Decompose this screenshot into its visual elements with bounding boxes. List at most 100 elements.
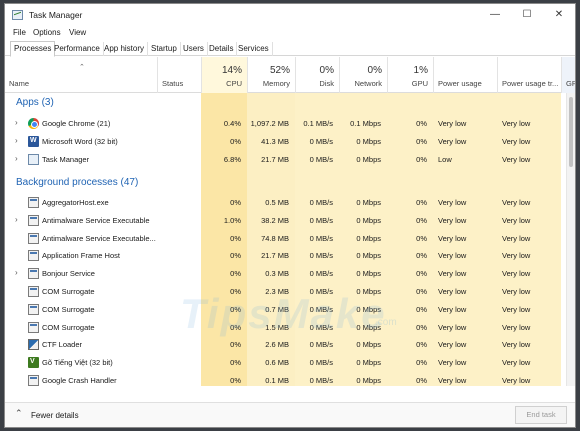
process-row[interactable]: Application Frame Host 0% 21.7 MB 0 MB/s 0 M… xyxy=(5,247,575,265)
column-network[interactable]: 0% Network xyxy=(339,57,387,93)
column-status[interactable]: Status xyxy=(157,57,201,93)
process-row[interactable]: Gõ Tiếng Việt (32 bit) 0% 0.6 MB 0 MB/s 0 Mb… xyxy=(5,354,575,372)
process-disk: 0 MB/s xyxy=(309,215,333,225)
process-row[interactable]: › Antimalware Service Executable 1.0% 38.2 … xyxy=(5,212,575,230)
process-cpu: 0% xyxy=(230,233,241,243)
column-memory[interactable]: 52% Memory xyxy=(247,57,295,93)
process-row[interactable]: Antimalware Service Executable... 0% 74.8 … xyxy=(5,230,575,248)
process-row[interactable]: COM Surrogate 0% 2.3 MB 0 MB/s 0 Mbps 0% Very … xyxy=(5,283,575,301)
process-mem: 21.7 MB xyxy=(261,251,289,261)
end-task-button[interactable]: End task xyxy=(515,406,567,424)
process-gpu: 0% xyxy=(416,287,427,296)
column-name[interactable]: Name xyxy=(5,57,157,93)
column-gpu-engine[interactable]: GP xyxy=(561,57,575,93)
vertical-scrollbar[interactable] xyxy=(566,93,575,386)
tab-performance[interactable]: Performance xyxy=(51,42,104,56)
scrollbar-thumb[interactable] xyxy=(569,97,573,167)
process-mem: 21.7 MB xyxy=(261,154,289,164)
expand-chevron-icon[interactable]: › xyxy=(15,136,18,145)
expand-chevron-icon[interactable]: › xyxy=(15,118,18,127)
tab-bar: Processes Performance App history Startu… xyxy=(5,41,575,57)
minimize-button[interactable]: — xyxy=(479,4,511,26)
process-power-trend: Very low xyxy=(502,269,531,279)
process-cpu: 0.4% xyxy=(223,119,241,128)
chevron-up-icon[interactable]: ⌃ xyxy=(15,408,23,419)
process-power-usage: Very low xyxy=(438,340,467,350)
process-name: Bonjour Service xyxy=(42,269,95,279)
process-mem: 0.5 MB xyxy=(265,198,289,207)
process-net: 0.1 Mbps xyxy=(350,119,381,128)
process-name: Google Chrome (21) xyxy=(42,119,111,128)
process-row[interactable]: AggregatorHost.exe 0% 0.5 MB 0 MB/s 0 Mbps 0%… xyxy=(5,194,575,212)
expand-chevron-icon[interactable]: › xyxy=(15,268,18,277)
column-power-usage[interactable]: Power usage xyxy=(433,57,497,93)
group-apps[interactable]: Apps (3) xyxy=(16,97,54,108)
process-power-usage: Very low xyxy=(438,287,467,296)
process-net: 0 Mbps xyxy=(356,233,381,243)
process-row[interactable]: COM Surrogate 0% 0.7 MB 0 MB/s 0 Mbps 0% Very … xyxy=(5,301,575,319)
process-row[interactable]: COM Surrogate 0% 1.5 MB 0 MB/s 0 Mbps 0% Very … xyxy=(5,319,575,337)
tab-services[interactable]: Services xyxy=(235,42,273,56)
column-disk[interactable]: 0% Disk xyxy=(295,57,339,93)
close-button[interactable]: ✕ xyxy=(543,4,575,26)
process-gpu: 0% xyxy=(416,154,427,164)
process-disk: 0 MB/s xyxy=(309,358,333,368)
process-power-trend: Very low xyxy=(502,358,531,368)
process-mem: 1,097.2 MB xyxy=(250,119,289,128)
menu-file[interactable]: File xyxy=(13,28,26,37)
process-mem: 38.2 MB xyxy=(261,215,289,225)
process-disk: 0 MB/s xyxy=(309,304,333,314)
menu-view[interactable]: View xyxy=(69,28,86,37)
process-gpu: 0% xyxy=(416,198,427,207)
process-cpu: 0% xyxy=(230,198,241,207)
group-background-processes[interactable]: Background processes (47) xyxy=(16,177,138,188)
column-cpu[interactable]: 14% CPU xyxy=(201,57,247,93)
tab-details[interactable]: Details xyxy=(206,42,238,56)
column-power-usage-trend[interactable]: Power usage tr... xyxy=(497,57,561,93)
system-process-icon xyxy=(28,232,39,244)
process-net: 0 Mbps xyxy=(356,287,381,296)
process-cpu: 1.0% xyxy=(223,215,241,225)
process-gpu: 0% xyxy=(416,304,427,314)
process-row[interactable]: › Task Manager 6.8% 21.7 MB 0 MB/s 0 Mbps 0% Lo… xyxy=(5,151,575,169)
process-name: Google Crash Handler xyxy=(42,376,117,385)
process-power-usage: Very low xyxy=(438,269,467,279)
process-gpu: 0% xyxy=(416,322,427,332)
process-net: 0 Mbps xyxy=(356,154,381,164)
maximize-button[interactable]: ☐ xyxy=(511,4,543,26)
process-mem: 1.5 MB xyxy=(265,322,289,332)
process-power-usage: Very low xyxy=(438,233,467,243)
expand-chevron-icon[interactable]: › xyxy=(15,215,18,224)
menu-options[interactable]: Options xyxy=(33,28,61,37)
process-mem: 74.8 MB xyxy=(261,233,289,243)
expand-chevron-icon[interactable]: › xyxy=(15,154,18,163)
process-cpu: 0% xyxy=(230,287,241,296)
process-cpu: 0% xyxy=(230,304,241,314)
tab-users[interactable]: Users xyxy=(180,42,208,56)
process-row[interactable]: › Bonjour Service 0% 0.3 MB 0 MB/s 0 Mbps 0% Ve… xyxy=(5,265,575,283)
column-gpu[interactable]: 1% GPU xyxy=(387,57,433,93)
system-process-icon xyxy=(28,303,39,315)
process-disk: 0 MB/s xyxy=(309,376,333,385)
process-row[interactable]: CTF Loader 0% 2.6 MB 0 MB/s 0 Mbps 0% Very low… xyxy=(5,336,575,354)
tab-app-history[interactable]: App history xyxy=(101,42,149,56)
process-power-usage: Very low xyxy=(438,376,467,385)
process-gpu: 0% xyxy=(416,215,427,225)
process-net: 0 Mbps xyxy=(356,322,381,332)
fewer-details-link[interactable]: Fewer details xyxy=(31,411,79,420)
ctf-loader-icon xyxy=(28,339,39,351)
process-power-usage: Low xyxy=(438,154,452,164)
tab-processes[interactable]: Processes xyxy=(10,41,56,57)
process-row[interactable]: Google Crash Handler 0% 0.1 MB 0 MB/s 0 Mbps… xyxy=(5,372,575,390)
process-mem: 0.3 MB xyxy=(265,269,289,279)
task-manager-window: Task Manager — ☐ ✕ File Options View Pro… xyxy=(4,3,576,428)
column-header-row: ⌃ Name Status 14% CPU 52% Memory 0% Disk… xyxy=(5,57,575,93)
process-row[interactable]: › Microsoft Word (32 bit) 0% 41.3 MB 0 MB/s 0… xyxy=(5,133,575,151)
tab-startup[interactable]: Startup xyxy=(148,42,181,56)
process-gpu: 0% xyxy=(416,251,427,261)
process-row[interactable]: › Google Chrome (21) 0.4% 1,097.2 MB 0.1 MB/… xyxy=(5,115,575,133)
process-gpu: 0% xyxy=(416,376,427,385)
process-name: AggregatorHost.exe xyxy=(42,198,109,207)
process-power-trend: Very low xyxy=(502,119,531,128)
process-net: 0 Mbps xyxy=(356,340,381,350)
